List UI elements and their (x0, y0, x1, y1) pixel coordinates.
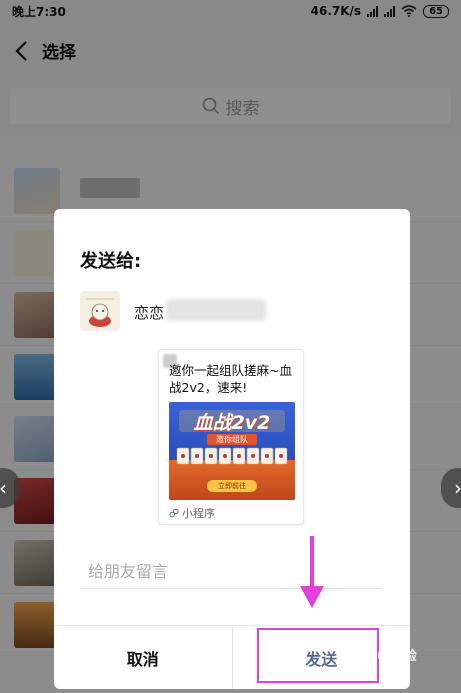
card-footer: 小程序 (169, 505, 215, 521)
recipient-name-blurred (166, 299, 266, 321)
mini-program-card: 邀你一起组队搓麻~血战2v2，速来! 血战2v2 邀你组队 立即前往 小程序 (158, 349, 304, 525)
recipient-avatar (80, 291, 120, 331)
card-title: 邀你一起组队搓麻~血战2v2，速来! (169, 363, 292, 395)
recipient-avatar-illustration (80, 291, 120, 331)
banner-button: 立即前往 (218, 482, 246, 490)
mini-program-label: 小程序 (182, 507, 215, 520)
annotation-arrow-icon (300, 536, 324, 608)
mini-program-icon (169, 508, 179, 518)
card-banner: 血战2v2 邀你组队 立即前往 (169, 402, 295, 500)
watermark: Bai du 经验 (340, 649, 417, 664)
dialog-title: 发送给: (80, 251, 142, 272)
send-dialog: 发送给: 恋恋 邀你一起组队搓麻~血战2v2，速来! 血战2v2 邀你组队 立即… (54, 209, 410, 689)
share-select-screen: 晚上7:30 46.7K/s 65 选择 搜索 发送给: 恋恋 邀你一起组队搓麻… (0, 0, 461, 693)
recipient-name: 恋恋 (134, 304, 165, 322)
banner-title: 血战2v2 (193, 412, 271, 434)
cancel-button[interactable]: 取消 (54, 626, 233, 689)
message-input[interactable]: 给朋友留言 (80, 559, 382, 589)
banner-subtitle: 邀你组队 (207, 434, 257, 445)
